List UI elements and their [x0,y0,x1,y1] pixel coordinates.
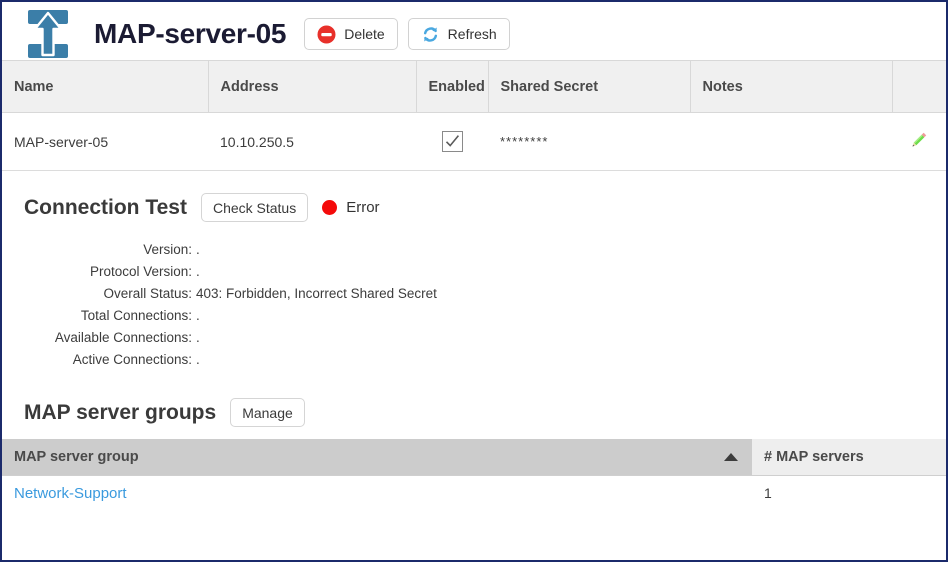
page-header: MAP-server-05 Delete Refresh [2,2,946,60]
detail-row-available-connections: Available Connections: . [24,326,946,348]
cell-shared-secret: ******** [488,112,690,171]
app-window: MAP-server-05 Delete Refresh Name Addres… [0,0,948,562]
enabled-checkbox[interactable] [441,131,463,152]
column-header-map-servers-count[interactable]: # MAP servers [752,439,946,476]
cell-server-name: MAP-server-05 [2,112,208,171]
detail-label: Available Connections: [54,329,192,345]
page-title: MAP-server-05 [94,18,287,49]
connection-status: Error [322,199,380,216]
cell-notes [690,112,892,171]
detail-value: . [196,307,200,323]
table-row[interactable]: MAP-server-05 10.10.250.5 ******** [2,112,946,171]
column-header-actions [892,60,946,113]
table-row[interactable]: Network-Support 1 [2,475,946,511]
delete-button[interactable]: Delete [304,18,398,50]
column-header-shared-secret[interactable]: Shared Secret [488,60,691,113]
cell-group-server-count: 1 [752,475,946,511]
delete-button-label: Delete [344,26,385,42]
manage-button[interactable]: Manage [230,398,305,427]
detail-value: . [196,263,200,279]
server-groups-title: MAP server groups [24,400,217,424]
detail-row-overall-status: Overall Status: 403: Forbidden, Incorrec… [24,282,946,304]
detail-label: Overall Status: [103,285,192,301]
cell-edit-action [892,112,946,171]
refresh-button-label: Refresh [447,26,497,42]
detail-label: Protocol Version: [89,263,192,279]
server-groups-header-row: MAP server group # MAP servers [2,439,946,476]
page-content: MAP-server-05 Delete Refresh Name Addres… [2,2,946,560]
pencil-edit-icon[interactable] [908,129,930,154]
refresh-arrows-icon [421,25,440,44]
server-groups-header: MAP server groups Manage [2,370,946,427]
detail-value: . [196,351,200,367]
cell-server-enabled [416,112,488,171]
detail-row-version: Version: . [24,238,946,260]
check-status-button[interactable]: Check Status [200,193,309,222]
connection-test-details: Version: . Protocol Version: . Overall S… [2,238,946,370]
column-header-address[interactable]: Address [208,60,417,113]
detail-value: . [196,329,200,345]
detail-row-total-connections: Total Connections: . [24,304,946,326]
detail-row-protocol-version: Protocol Version: . [24,260,946,282]
detail-value: 403: Forbidden, Incorrect Shared Secret [196,285,437,301]
connection-test-header: Connection Test Check Status Error [2,171,946,222]
detail-value: . [196,241,200,257]
detail-label: Total Connections: [80,307,192,323]
column-header-enabled[interactable]: Enabled [416,60,489,113]
detail-label: Version: [143,241,192,257]
detail-label: Active Connections: [72,351,192,367]
status-badge: Error [346,199,380,216]
column-header-notes[interactable]: Notes [690,60,893,113]
refresh-button[interactable]: Refresh [407,18,510,50]
cell-server-address: 10.10.250.5 [208,112,416,171]
caret-up-icon [724,452,738,461]
group-link[interactable]: Network-Support [14,485,127,502]
column-header-name[interactable]: Name [2,60,209,113]
connection-test-title: Connection Test [24,195,187,219]
servers-table-header-row: Name Address Enabled Shared Secret Notes [2,60,946,113]
servers-table: Name Address Enabled Shared Secret Notes… [2,60,946,171]
column-header-map-server-group[interactable]: MAP server group [2,439,752,476]
server-upload-icon [22,5,74,63]
delete-circle-icon [317,25,336,44]
server-groups-table: MAP server group # MAP servers Network-S… [2,439,946,511]
cell-group-name: Network-Support [2,475,752,511]
detail-row-active-connections: Active Connections: . [24,348,946,370]
column-header-label: MAP server group [14,448,139,465]
status-dot-icon [322,200,338,215]
